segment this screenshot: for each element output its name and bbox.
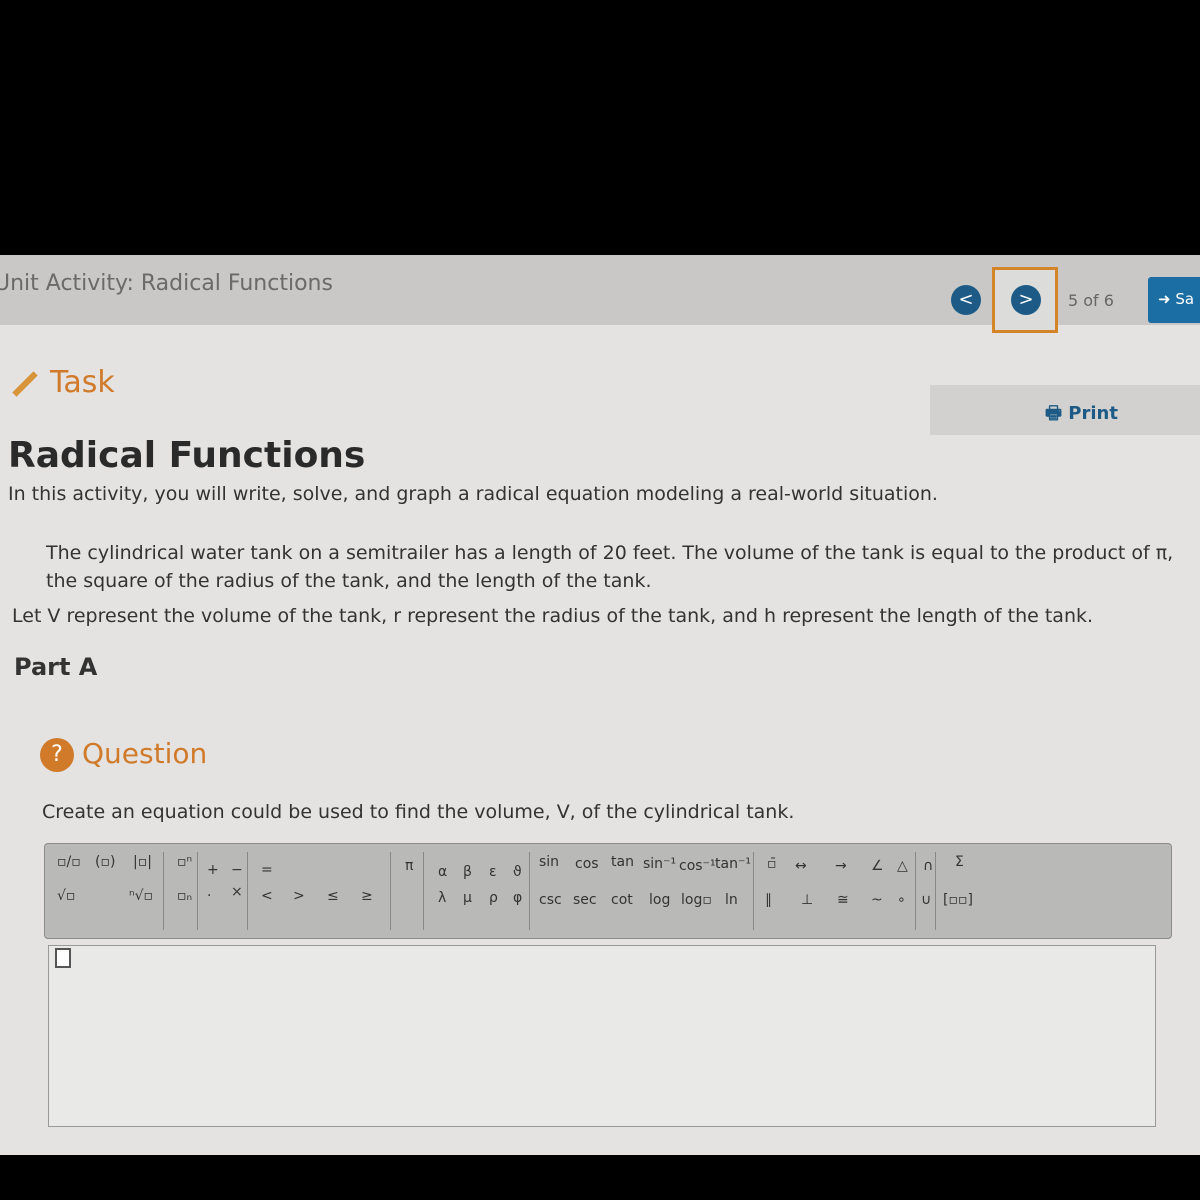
toolbar-button[interactable]: ρ: [489, 890, 498, 906]
toolbar-button[interactable]: ▫̄: [767, 856, 777, 872]
toolbar-button[interactable]: β: [463, 864, 472, 880]
toolbar-button[interactable]: π: [405, 858, 413, 874]
toolbar-separator: [163, 852, 164, 930]
save-exit-button[interactable]: ➜ Sa: [1148, 277, 1200, 323]
print-bar: 🖶 Print: [930, 385, 1200, 435]
problem-text: The cylindrical water tank on a semitrai…: [46, 542, 1174, 592]
previous-button[interactable]: <: [951, 285, 981, 315]
task-label: Task: [50, 365, 115, 400]
toolbar-button[interactable]: ×: [231, 884, 243, 900]
toolbar-button[interactable]: ≅: [837, 892, 849, 908]
exit-icon: ➜: [1158, 290, 1176, 308]
toolbar-button[interactable]: μ: [463, 890, 472, 906]
toolbar-button[interactable]: ε: [489, 864, 497, 880]
toolbar-button[interactable]: sin: [539, 854, 559, 870]
toolbar-separator: [197, 852, 198, 930]
toolbar-button[interactable]: Σ: [955, 854, 964, 870]
toolbar-separator: [423, 852, 424, 930]
toolbar-button[interactable]: sec: [573, 892, 597, 908]
toolbar-separator: [247, 852, 248, 930]
top-bar: Unit Activity: Radical Functions < > 5 o…: [0, 255, 1200, 333]
pencil-icon: [12, 370, 38, 397]
toolbar-button[interactable]: log: [649, 892, 670, 908]
answer-input[interactable]: [48, 945, 1156, 1127]
intro-text: In this activity, you will write, solve,…: [8, 483, 938, 505]
print-button[interactable]: 🖶 Print: [1045, 401, 1118, 431]
toolbar-button[interactable]: △: [897, 858, 908, 874]
toolbar-button[interactable]: ∪: [921, 892, 931, 908]
unit-title: Unit Activity: Radical Functions: [0, 271, 333, 296]
toolbar-button[interactable]: ln: [725, 892, 738, 908]
toolbar-button[interactable]: φ: [513, 890, 522, 906]
toolbar-button[interactable]: ≤: [327, 888, 339, 904]
toolbar-button[interactable]: (▫): [95, 854, 115, 870]
math-toolbar: ▫/▫ (▫) |▫| ▫ⁿ + − = π α β ε ϑ sin cos tan sin⁻¹ cos⁻¹ ta…: [44, 843, 1172, 939]
page-title: Radical Functions: [8, 435, 366, 476]
toolbar-separator: [529, 852, 530, 930]
toolbar-separator: [915, 852, 916, 930]
toolbar-button[interactable]: tan: [611, 854, 634, 870]
variables-text: Let V represent the volume of the tank, …: [12, 605, 1094, 627]
toolbar-button[interactable]: ϑ: [513, 864, 522, 880]
toolbar-button[interactable]: α: [438, 864, 447, 880]
toolbar-button[interactable]: ∥: [765, 892, 772, 908]
question-label: Question: [82, 737, 208, 770]
input-cursor-box: [55, 948, 71, 968]
printer-icon: 🖶: [1045, 403, 1069, 424]
toolbar-button[interactable]: cot: [611, 892, 633, 908]
toolbar-separator: [390, 852, 391, 930]
toolbar-button[interactable]: <: [261, 888, 273, 904]
toolbar-button[interactable]: ≥: [361, 888, 373, 904]
toolbar-button[interactable]: sin⁻¹: [643, 856, 676, 872]
question-text: Create an equation could be used to find…: [42, 801, 795, 823]
toolbar-button[interactable]: ⊥: [801, 892, 813, 908]
print-label: Print: [1068, 403, 1118, 424]
question-heading: ? Question: [40, 737, 207, 772]
next-button[interactable]: >: [1011, 285, 1041, 315]
toolbar-button[interactable]: |▫|: [133, 854, 152, 870]
toolbar-separator: [935, 852, 936, 930]
screen: Unit Activity: Radical Functions < > 5 o…: [0, 255, 1200, 1155]
toolbar-button[interactable]: cos⁻¹: [679, 858, 716, 874]
toolbar-button[interactable]: =: [261, 862, 273, 878]
toolbar-button[interactable]: cos: [575, 856, 599, 872]
toolbar-button[interactable]: ▫ⁿ: [177, 854, 192, 870]
toolbar-button[interactable]: +: [207, 862, 219, 878]
toolbar-button[interactable]: ∩: [923, 858, 933, 874]
toolbar-button[interactable]: >: [293, 888, 305, 904]
toolbar-button[interactable]: √▫: [57, 888, 75, 904]
toolbar-separator: [753, 852, 754, 930]
toolbar-button[interactable]: ∘: [897, 892, 906, 908]
toolbar-button[interactable]: ▫/▫: [57, 854, 81, 870]
toolbar-button[interactable]: csc: [539, 892, 562, 908]
part-heading: Part A: [14, 653, 98, 681]
toolbar-button[interactable]: λ: [438, 890, 446, 906]
toolbar-button[interactable]: →: [835, 858, 847, 874]
toolbar-button[interactable]: log▫: [681, 892, 712, 908]
task-heading: Task: [10, 365, 115, 400]
toolbar-button[interactable]: tan⁻¹: [715, 856, 751, 872]
toolbar-button[interactable]: ∠: [871, 858, 884, 874]
toolbar-button[interactable]: −: [231, 862, 243, 878]
toolbar-button[interactable]: ·: [207, 888, 211, 904]
toolbar-button[interactable]: ▫ₙ: [177, 888, 192, 904]
toolbar-button[interactable]: ⁿ√▫: [129, 888, 153, 904]
toolbar-button[interactable]: ↔: [795, 858, 807, 874]
save-label: Sa: [1175, 290, 1195, 308]
question-icon: ?: [40, 738, 74, 772]
toolbar-button[interactable]: [▫▫]: [943, 892, 973, 908]
page-count: 5 of 6: [1068, 291, 1114, 310]
toolbar-button[interactable]: ~: [871, 892, 883, 908]
